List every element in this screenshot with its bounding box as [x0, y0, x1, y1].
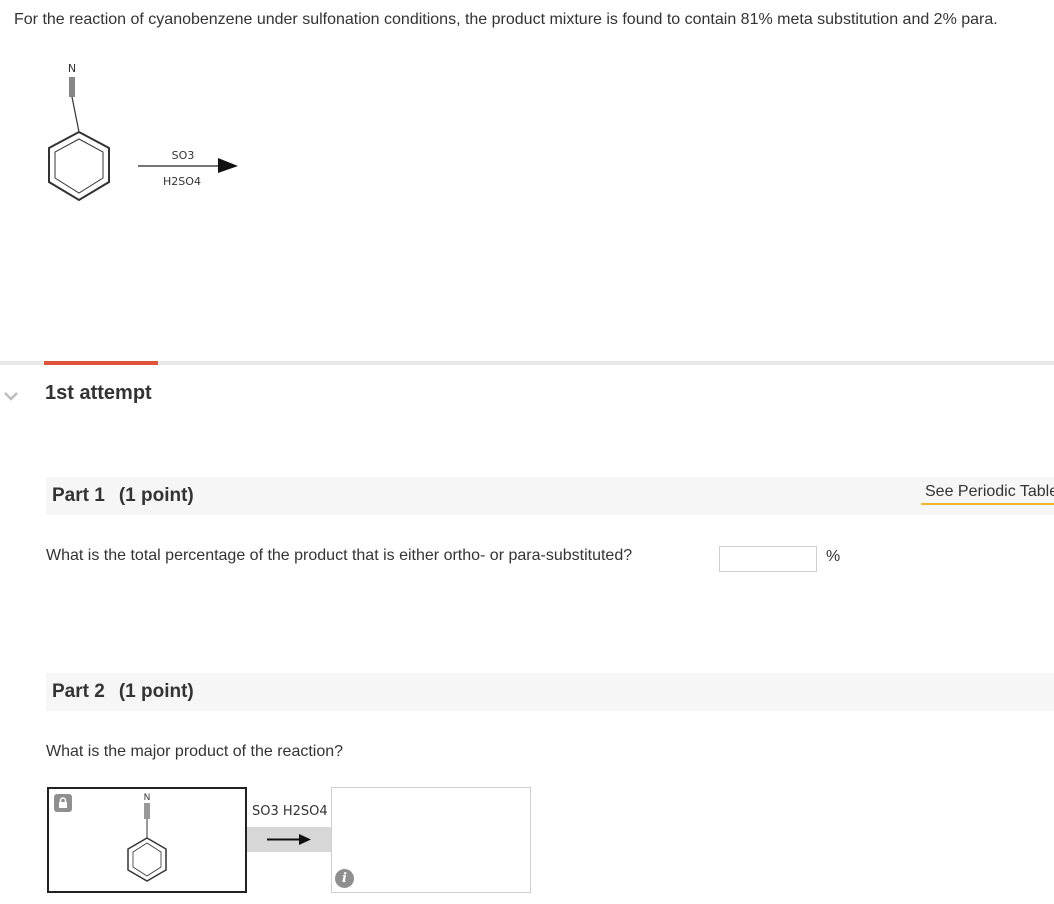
part1-title: Part 1: [52, 485, 105, 506]
nitrile-nitrogen-label: N: [68, 62, 76, 75]
chevron-down-icon[interactable]: [2, 387, 20, 405]
part1-points: (1 point): [118, 485, 194, 506]
part2-title: Part 2: [52, 681, 105, 702]
part1-question: What is the total percentage of the prod…: [46, 547, 633, 564]
part2-header: Part 2 (1 point): [46, 673, 1054, 711]
attempt-heading[interactable]: 1st attempt: [45, 382, 152, 405]
svg-text:N: N: [144, 793, 151, 803]
reaction-conditions: SO3 H2SO4: [247, 787, 331, 893]
small-cyanobenzene-structure: N: [127, 793, 167, 882]
percentage-answer-input[interactable]: [719, 546, 817, 572]
info-icon[interactable]: i: [335, 869, 354, 888]
periodic-table-label: See Periodic Table: [925, 483, 1054, 500]
section-divider: [0, 361, 1054, 365]
part2-points: (1 point): [118, 681, 194, 702]
reaction-arrow: SO3 H2SO4: [138, 149, 238, 188]
percent-unit: %: [826, 548, 841, 565]
right-arrow-icon: [267, 834, 311, 845]
attempt-tab-indicator: [44, 361, 158, 365]
part1-header: Part 1 (1 point): [46, 477, 1054, 515]
reagent-below: H2SO4: [163, 175, 201, 188]
cyanobenzene-structure: N: [48, 62, 110, 202]
product-drawing-area[interactable]: i: [331, 787, 531, 893]
cyanobenzene-reaction-diagram: N SO3 H2SO4: [48, 62, 238, 202]
part2-question: What is the major product of the reactio…: [46, 743, 344, 760]
reagent-above: SO3: [172, 149, 195, 162]
question-intro: For the reaction of cyanobenzene under s…: [14, 11, 998, 28]
starting-material-box: N: [47, 787, 247, 893]
periodic-table-link[interactable]: See Periodic Table: [921, 483, 1054, 505]
reaction-arrow-bar: [247, 827, 331, 852]
reagents-label: SO3 H2SO4: [252, 804, 328, 819]
